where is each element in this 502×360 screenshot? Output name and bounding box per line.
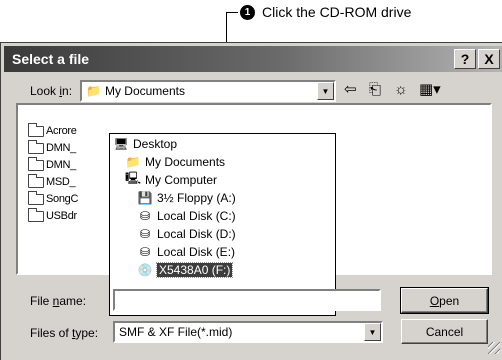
file-name-input[interactable] bbox=[113, 289, 381, 311]
help-icon: ? bbox=[460, 51, 470, 67]
dropdown-item-local-disk-e[interactable]: ⛁ Local Disk (E:) bbox=[136, 243, 235, 260]
files-of-type-label: Files of type: bbox=[30, 326, 99, 340]
callout-leader-top bbox=[226, 12, 238, 13]
folder-icon bbox=[28, 122, 44, 137]
folder-icon bbox=[28, 207, 44, 222]
disk-icon: ⛁ bbox=[139, 208, 151, 223]
disk-icon: ⛁ bbox=[139, 244, 151, 259]
floppy-icon: 💾 bbox=[137, 190, 153, 205]
dropdown-item-floppy-a[interactable]: 💾 3½ Floppy (A:) bbox=[136, 189, 236, 206]
chevron-down-icon: ▼ bbox=[321, 86, 330, 96]
list-item[interactable]: DMN_ bbox=[28, 156, 76, 173]
cd-drive-icon: 💿 bbox=[137, 262, 153, 277]
list-item[interactable]: USBdr bbox=[28, 207, 77, 224]
computer-icon: 🖳 bbox=[124, 171, 141, 185]
my-documents-icon: 📁 bbox=[86, 84, 101, 98]
list-item[interactable]: DMN_ bbox=[28, 139, 76, 156]
look-in-combo[interactable]: 📁 My Documents ▼ bbox=[80, 80, 336, 102]
cancel-button[interactable]: Cancel bbox=[401, 319, 488, 344]
up-folder-icon[interactable]: ⎗ bbox=[369, 81, 381, 99]
close-button[interactable]: X bbox=[478, 49, 500, 69]
dropdown-item-cd-drive-f[interactable]: 💿 X5438A0 (F:) bbox=[136, 261, 234, 278]
resize-grip[interactable] bbox=[488, 342, 500, 354]
look-in-label: Look in: bbox=[30, 84, 73, 98]
dropdown-item-my-documents[interactable]: 📁 My Documents bbox=[124, 153, 226, 170]
close-icon: X bbox=[484, 51, 494, 67]
callout-text: Click the CD-ROM drive bbox=[262, 4, 412, 20]
list-item[interactable]: MSD_ bbox=[28, 173, 76, 190]
disk-icon: ⛁ bbox=[139, 226, 151, 241]
dropdown-item-local-disk-c[interactable]: ⛁ Local Disk (C:) bbox=[136, 207, 236, 224]
chevron-down-icon: ▼ bbox=[368, 327, 377, 337]
view-menu-icon[interactable]: ▦▾ bbox=[419, 81, 441, 99]
list-item[interactable]: SongC bbox=[28, 190, 78, 207]
dialog-title: Select a file bbox=[12, 51, 90, 67]
help-button[interactable]: ? bbox=[454, 49, 476, 69]
folder-icon: 📁 bbox=[125, 154, 141, 169]
files-of-type-select[interactable]: SMF & XF File(*.mid) ▼ bbox=[113, 321, 383, 343]
open-button[interactable]: Open bbox=[400, 287, 489, 314]
look-in-value: My Documents bbox=[104, 84, 185, 98]
folder-icon bbox=[28, 139, 44, 154]
files-of-type-dropdown-button[interactable]: ▼ bbox=[364, 323, 381, 341]
new-folder-icon[interactable]: ☼ bbox=[394, 81, 408, 99]
dropdown-item-my-computer[interactable]: 🖳 My Computer bbox=[124, 171, 217, 188]
back-icon[interactable]: ⇦ bbox=[344, 81, 357, 99]
folder-icon bbox=[28, 173, 44, 188]
callout-click-cd-rom: 1 Click the CD-ROM drive bbox=[240, 2, 411, 22]
list-item[interactable]: Acrore bbox=[28, 122, 77, 139]
dialog-titlebar: Select a file ? X bbox=[4, 46, 502, 72]
folder-icon bbox=[28, 190, 44, 205]
dropdown-item-local-disk-d[interactable]: ⛁ Local Disk (D:) bbox=[136, 225, 236, 242]
file-name-label: File name: bbox=[30, 294, 87, 308]
look-in-dropdown-button[interactable]: ▼ bbox=[317, 82, 334, 100]
folder-icon bbox=[28, 156, 44, 171]
desktop-icon: 🖥 bbox=[113, 136, 129, 151]
dropdown-item-desktop[interactable]: 🖥 Desktop bbox=[112, 135, 177, 152]
callout-number: 1 bbox=[240, 4, 255, 20]
